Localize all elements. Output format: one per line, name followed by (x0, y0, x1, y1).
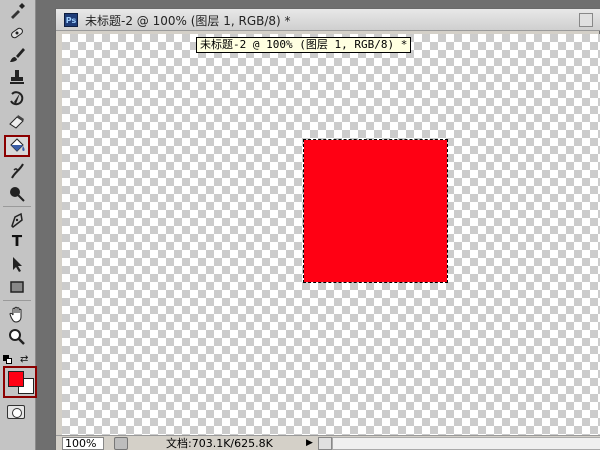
clone-stamp-tool[interactable] (4, 66, 30, 88)
color-swatches (3, 366, 37, 398)
path-selection-tool[interactable] (4, 253, 30, 275)
hand-icon (9, 306, 22, 323)
minimize-button[interactable] (579, 13, 593, 27)
rectangle-icon (10, 281, 24, 293)
history-brush-icon (10, 91, 24, 106)
tool-separator (3, 300, 31, 301)
hand-tool[interactable] (4, 303, 30, 325)
default-colors-icon[interactable] (3, 355, 12, 364)
healing-brush-icon (11, 27, 23, 39)
scroll-left-button[interactable] (318, 437, 332, 450)
eyedropper-tool[interactable] (4, 0, 30, 22)
horizontal-scrollbar[interactable] (332, 437, 600, 450)
eyedropper-icon (11, 3, 25, 19)
brush-icon (10, 48, 25, 62)
document-window: Ps 未标题-2 @ 100% (图层 1, RGB/8) * 未标题-2 @ … (55, 8, 600, 450)
paint-bucket-icon (10, 138, 25, 152)
status-arrow-icon[interactable]: ▶ (306, 437, 313, 450)
history-brush-tool[interactable] (4, 88, 30, 110)
rectangle-tool[interactable] (4, 276, 30, 298)
toolbox: T ⇄ (0, 0, 37, 450)
zoom-icon (9, 329, 25, 345)
brush-tool[interactable] (4, 44, 30, 66)
eraser-icon (9, 115, 24, 129)
foreground-color-swatch[interactable] (8, 371, 24, 387)
title-tooltip: 未标题-2 @ 100% (图层 1, RGB/8) * (196, 37, 412, 53)
zoom-field[interactable]: 100% (62, 437, 104, 450)
document-titlebar[interactable]: Ps 未标题-2 @ 100% (图层 1, RGB/8) * (56, 9, 600, 31)
type-icon: T (11, 231, 23, 250)
tool-separator (3, 206, 31, 207)
eraser-tool[interactable] (4, 110, 30, 132)
dodge-tool[interactable] (4, 183, 30, 205)
paint-bucket-tool[interactable] (4, 135, 30, 157)
window-controls (579, 13, 593, 27)
clone-stamp-icon (10, 70, 24, 84)
status-bar: 100% 文档:703.1K/625.8K ▶ (56, 435, 600, 450)
type-tool[interactable]: T (4, 230, 30, 252)
dodge-icon (10, 187, 25, 202)
filled-selection[interactable] (303, 139, 448, 283)
blur-tool[interactable] (4, 160, 30, 182)
document-size-info: 文档:703.1K/625.8K (166, 437, 273, 450)
quick-mask-icon[interactable] (7, 405, 25, 419)
document-title: 未标题-2 @ 100% (图层 1, RGB/8) * (85, 14, 291, 28)
status-menu-icon[interactable] (114, 437, 128, 450)
photoshop-logo-icon: Ps (64, 13, 78, 27)
pen-icon (11, 212, 23, 228)
zoom-tool[interactable] (4, 326, 30, 348)
pen-tool[interactable] (4, 208, 30, 230)
healing-brush-tool[interactable] (4, 22, 30, 44)
canvas[interactable] (62, 34, 600, 435)
blur-icon (11, 163, 24, 179)
path-selection-icon (13, 257, 22, 272)
swap-colors-icon[interactable]: ⇄ (20, 354, 28, 365)
